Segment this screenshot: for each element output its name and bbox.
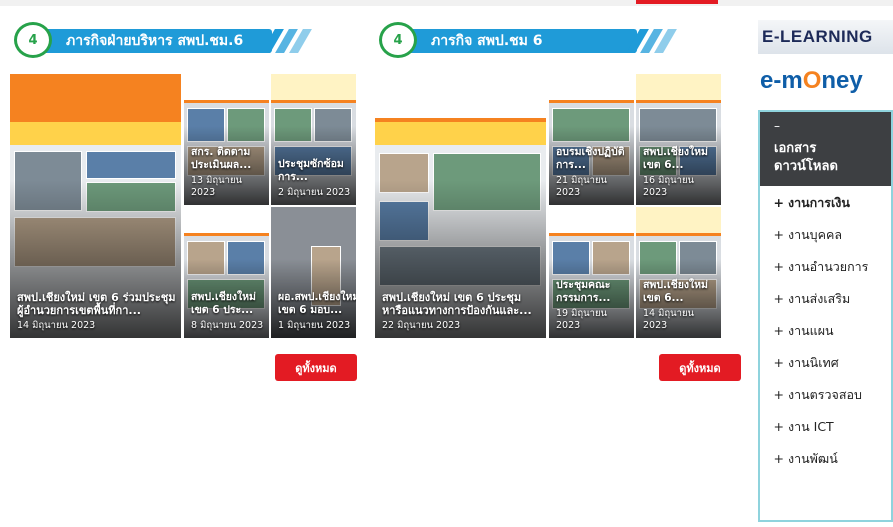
plus-icon: + [773, 419, 784, 434]
plus-icon: + [773, 451, 784, 466]
download-item-label: งานพัฒน์ [788, 451, 838, 466]
download-item[interactable]: + งานบุคคล [772, 226, 885, 244]
news-tile[interactable]: สพป.เชียงใหม่ เขต 6... 14 มิถุนายน 2023 [636, 207, 721, 338]
plus-icon: + [773, 387, 784, 402]
section-header: ภารกิจ สพป.ชม 6 4 [375, 20, 725, 60]
news-date: 1 มิถุนายน 2023 [278, 320, 351, 331]
plus-icon: + [773, 323, 784, 338]
section-title: ภารกิจฝ่ายบริหาร สพป.ชม.6 [66, 33, 244, 49]
news-title: สพป.เชียงใหม่ เขต 6 ร่วมประชุมผู้อำนวยกา… [17, 291, 176, 317]
download-item-label: งานบุคคล [788, 227, 842, 242]
download-item-label: งานส่งเสริม [788, 291, 851, 306]
plus-icon: + [773, 227, 784, 242]
section-title-banner[interactable]: ภารกิจฝ่ายบริหาร สพป.ชม.6 [36, 29, 272, 53]
news-date: 21 มิถุนายน 2023 [556, 175, 608, 198]
download-item[interactable]: + งานอำนวยการ [772, 258, 885, 276]
download-panel-title: เอกสาร ดาวน์โหลด [774, 141, 838, 174]
collapse-icon[interactable]: – [774, 120, 891, 132]
section-title: ภารกิจ สพป.ชม 6 [431, 33, 543, 49]
news-tile[interactable]: สกร. ติดตามประเมินผล... 13 มิถุนายน 2023 [184, 74, 269, 205]
download-panel-header[interactable]: – เอกสาร ดาวน์โหลด [760, 112, 891, 186]
news-date: 14 มิถุนายน 2023 [643, 308, 695, 331]
section-title-banner[interactable]: ภารกิจ สพป.ชม 6 [401, 29, 637, 53]
emoney-logo: e-mOney [760, 67, 863, 94]
news-title: ประชุมซักซ้อมการ... [278, 158, 344, 183]
download-item-label: งานการเงิน [788, 195, 850, 210]
news-tile[interactable]: สพป.เชียงใหม่ เขต 6 ประ... 8 มิถุนายน 20… [184, 207, 269, 338]
download-item-label: งานแผน [788, 323, 834, 338]
download-item-label: งานตรวจสอบ [788, 387, 862, 402]
download-panel: – เอกสาร ดาวน์โหลด + งานการเงิน + งานบุคคล + ง… [758, 110, 893, 522]
news-grid: สพป.เชียงใหม่ เขต 6 ประชุมหารือแนวทางการ… [375, 74, 721, 338]
download-item[interactable]: + งานพัฒน์ [772, 450, 885, 468]
download-item[interactable]: + งานตรวจสอบ [772, 386, 885, 404]
news-title: สกร. ติดตามประเมินผล... [191, 146, 252, 171]
plus-icon: + [773, 195, 784, 210]
news-tile[interactable]: ประชุมซักซ้อมการ... 2 มิถุนายน 2023 [271, 74, 356, 205]
news-tile-featured[interactable]: สพป.เชียงใหม่ เขต 6 ประชุมหารือแนวทางการ… [375, 74, 546, 338]
section-admin-missions: ภารกิจฝ่ายบริหาร สพป.ชม.6 4 สพป.เชียงใหม… [10, 20, 360, 381]
download-item[interactable]: + งานแผน [772, 322, 885, 340]
news-title: สพป.เชียงใหม่ เขต 6... [643, 279, 708, 304]
news-tile[interactable]: สพป.เชียงใหม่ เขต 6... 16 มิถุนายน 2023 [636, 74, 721, 205]
news-date: 13 มิถุนายน 2023 [191, 175, 243, 198]
news-title: ผอ.สพป.เชียงใหม่ เขต 6 มอบ... [278, 291, 356, 316]
elearning-banner[interactable]: E-LEARNING [758, 20, 893, 54]
elearning-label: E-LEARNING [762, 27, 873, 46]
news-title: สพป.เชียงใหม่ เขต 6... [643, 146, 708, 171]
news-tile-featured[interactable]: สพป.เชียงใหม่ เขต 6 ร่วมประชุมผู้อำนวยกา… [10, 74, 181, 338]
news-tile[interactable]: ประชุมคณะกรรมการ... 19 มิถุนายน 2023 [549, 207, 634, 338]
office-logo-icon: 4 [14, 22, 52, 58]
plus-icon: + [773, 355, 784, 370]
download-item-label: งานอำนวยการ [788, 259, 869, 274]
plus-icon: + [773, 291, 784, 306]
section-office-missions: ภารกิจ สพป.ชม 6 4 สพป.เชียงใหม่ เขต 6 ปร… [375, 20, 741, 381]
news-tile[interactable]: อบรมเชิงปฏิบัติการ... 21 มิถุนายน 2023 [549, 74, 634, 205]
news-date: 19 มิถุนายน 2023 [556, 308, 608, 331]
news-grid: สพป.เชียงใหม่ เขต 6 ร่วมประชุมผู้อำนวยกา… [10, 74, 356, 338]
emoney-banner[interactable]: e-mOney [758, 64, 893, 98]
download-item-label: งาน ICT [788, 419, 834, 434]
section-header: ภารกิจฝ่ายบริหาร สพป.ชม.6 4 [10, 20, 360, 60]
view-all-button[interactable]: ดูทั้งหมด [659, 354, 741, 381]
plus-icon: + [773, 259, 784, 274]
news-title: อบรมเชิงปฏิบัติการ... [556, 146, 625, 171]
banner-stripes [626, 29, 687, 53]
news-tile[interactable]: ผอ.สพป.เชียงใหม่ เขต 6 มอบ... 1 มิถุนายน… [271, 207, 356, 338]
news-date: 8 มิถุนายน 2023 [191, 320, 264, 331]
banner-stripes [261, 29, 322, 53]
news-date: 16 มิถุนายน 2023 [643, 175, 695, 198]
news-date: 14 มิถุนายน 2023 [17, 320, 96, 331]
top-strip [0, 0, 893, 6]
download-item[interactable]: + งาน ICT [772, 418, 885, 436]
news-title: สพป.เชียงใหม่ เขต 6 ประ... [191, 291, 256, 316]
download-item-label: งานนิเทศ [788, 355, 839, 370]
top-red-accent [636, 0, 718, 4]
news-title: ประชุมคณะกรรมการ... [556, 279, 611, 304]
news-date: 2 มิถุนายน 2023 [278, 187, 351, 198]
download-list: + งานการเงิน + งานบุคคล + งานอำนวยการ + งานส่งเ… [760, 186, 891, 468]
news-date: 22 มิถุนายน 2023 [382, 320, 461, 331]
download-item[interactable]: + งานการเงิน [772, 194, 885, 212]
download-item[interactable]: + งานนิเทศ [772, 354, 885, 372]
news-title: สพป.เชียงใหม่ เขต 6 ประชุมหารือแนวทางการ… [382, 291, 532, 317]
download-item[interactable]: + งานส่งเสริม [772, 290, 885, 308]
view-all-button[interactable]: ดูทั้งหมด [275, 354, 357, 381]
office-logo-icon: 4 [379, 22, 417, 58]
